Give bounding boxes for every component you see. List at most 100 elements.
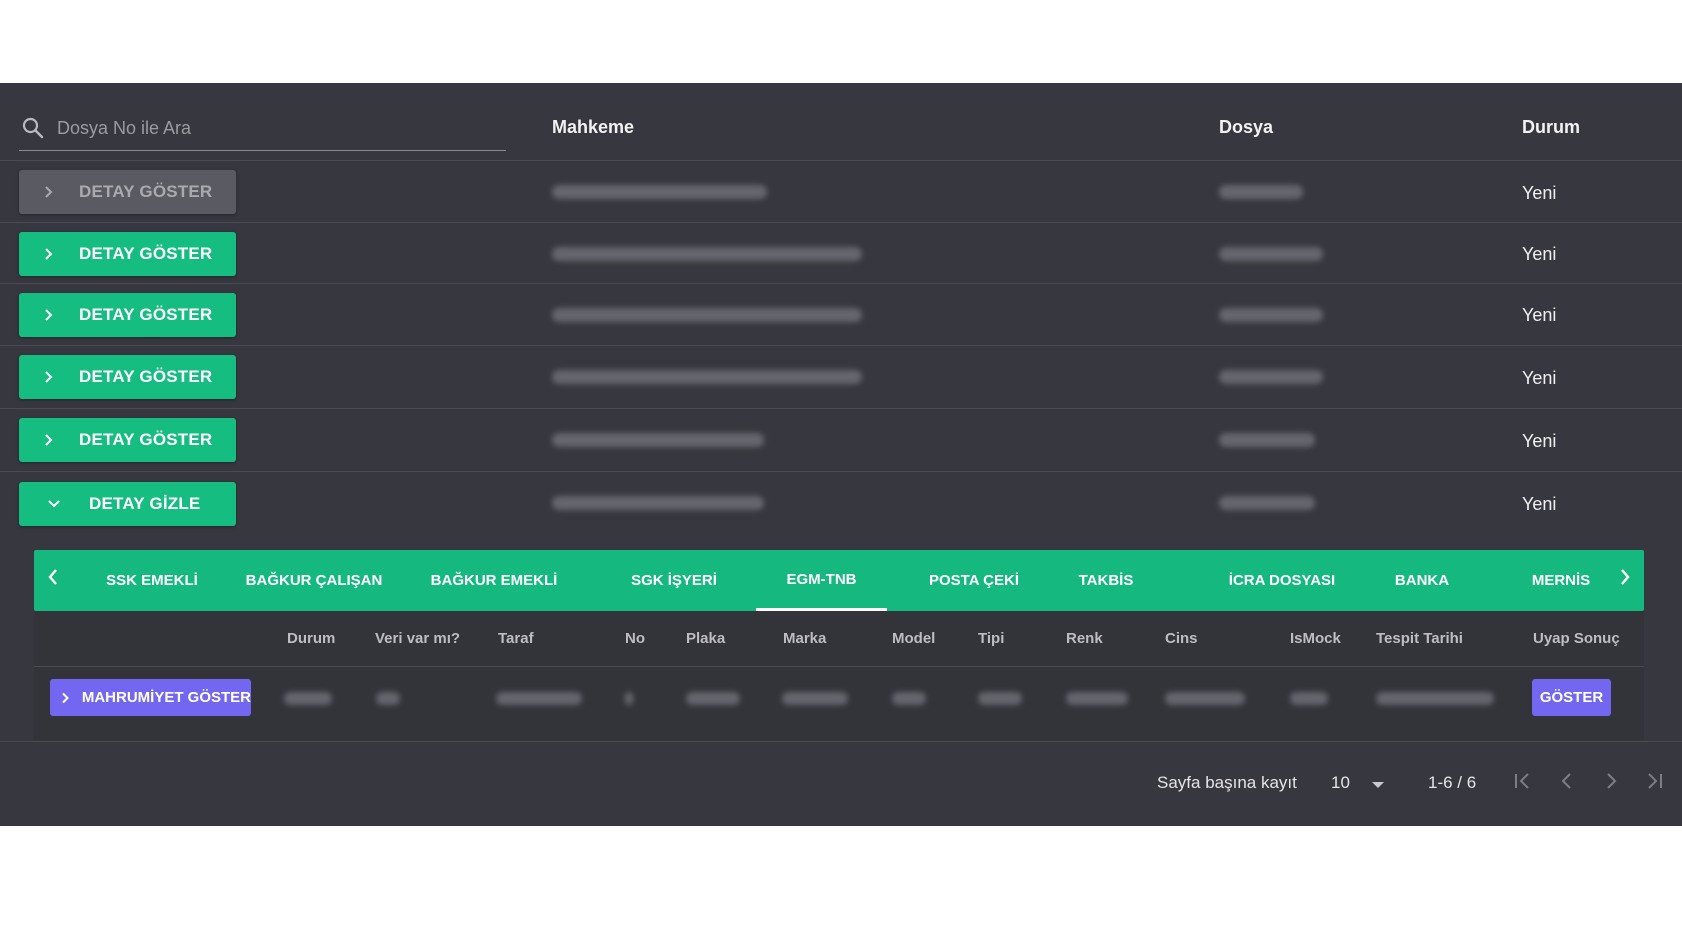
detail-hide-button[interactable]: DETAY GİZLE <box>19 482 236 526</box>
rows-per-page-value[interactable]: 10 <box>1331 773 1350 793</box>
detail-show-button[interactable]: DETAY GÖSTER <box>19 232 236 276</box>
chevron-right-icon <box>19 433 79 447</box>
mahkeme-cell-redacted <box>552 185 767 199</box>
detail-show-button[interactable]: DETAY GÖSTER <box>19 293 236 337</box>
tab-scroll-left-icon[interactable] <box>46 566 60 593</box>
column-header-mahkeme[interactable]: Mahkeme <box>552 117 634 138</box>
tab-ssk-emekli[interactable]: SSK EMEKLİ <box>94 550 210 611</box>
table-row-expanded: DETAY GİZLE Yeni <box>0 472 1682 536</box>
tab-bagkur-emekli[interactable]: BAĞKUR EMEKLİ <box>418 550 570 611</box>
detail-tab-bar: SSK EMEKLİ BAĞKUR ÇALIŞAN BAĞKUR EMEKLİ … <box>34 550 1644 611</box>
mahkeme-cell-redacted <box>552 308 862 322</box>
chevron-right-icon <box>19 308 79 322</box>
table-row: DETAY GÖSTER Yeni <box>0 284 1682 346</box>
subcol-durum[interactable]: Durum <box>287 630 335 647</box>
subcol-renk[interactable]: Renk <box>1066 630 1103 647</box>
search-icon <box>22 117 44 139</box>
tab-posta-ceki[interactable]: POSTA ÇEKİ <box>914 550 1034 611</box>
table-row: DETAY GÖSTER Yeni <box>0 223 1682 284</box>
subcol-tipi[interactable]: Tipi <box>978 630 1004 647</box>
detail-subtable: Durum Veri var mı? Taraf No Plaka Marka … <box>34 611 1644 741</box>
table-row: DETAY GÖSTER Yeni <box>0 409 1682 472</box>
subcell-redacted <box>1066 692 1128 705</box>
subcell-redacted <box>1376 692 1494 705</box>
mahkeme-cell-redacted <box>552 247 862 261</box>
dosya-cell-redacted <box>1219 370 1323 384</box>
rows-per-page-label: Sayfa başına kayıt <box>1157 773 1297 792</box>
tab-banka[interactable]: BANKA <box>1382 550 1462 611</box>
subcell-redacted <box>892 692 926 705</box>
status-cell: Yeni <box>1522 431 1557 451</box>
detail-hide-label: DETAY GİZLE <box>89 494 201 513</box>
dosya-cell-redacted <box>1219 247 1323 261</box>
detail-show-button[interactable]: DETAY GÖSTER <box>19 355 236 399</box>
status-cell: Yeni <box>1522 244 1557 264</box>
status-cell: Yeni <box>1522 183 1557 203</box>
mahrumiyet-show-label: MAHRUMİYET GÖSTER <box>81 689 251 706</box>
chevron-right-icon <box>19 185 79 199</box>
tab-icra-dosyasi[interactable]: İCRA DOSYASI <box>1204 550 1360 611</box>
page-range: 1-6 / 6 <box>1428 773 1477 792</box>
dosya-cell-redacted <box>1219 433 1315 447</box>
tab-mernis[interactable]: MERNİS <box>1518 550 1604 611</box>
mahkeme-cell-redacted <box>552 370 862 384</box>
subcell-redacted <box>782 692 848 705</box>
subcell-redacted <box>284 692 332 705</box>
subcol-veri-var-mi[interactable]: Veri var mı? <box>375 630 460 647</box>
table-row: DETAY GÖSTER Yeni <box>0 161 1682 223</box>
subcell-redacted <box>978 692 1022 705</box>
subcol-plaka[interactable]: Plaka <box>686 630 725 647</box>
subcol-no[interactable]: No <box>625 630 645 647</box>
dropdown-arrow-icon[interactable] <box>1370 777 1386 795</box>
tab-scroll-right-icon[interactable] <box>1618 566 1632 593</box>
detail-show-label: DETAY GÖSTER <box>79 367 213 386</box>
mahkeme-cell-redacted <box>552 433 764 447</box>
subcol-ismock[interactable]: IsMock <box>1290 630 1341 647</box>
dosya-cell-redacted <box>1219 185 1303 199</box>
mahrumiyet-show-button[interactable]: MAHRUMİYET GÖSTER <box>50 679 251 716</box>
subcell-redacted <box>1290 692 1328 705</box>
column-header-dosya[interactable]: Dosya <box>1219 117 1273 138</box>
subtable-header: Durum Veri var mı? Taraf No Plaka Marka … <box>34 611 1644 667</box>
chevron-right-icon <box>19 247 79 261</box>
detail-show-label: DETAY GÖSTER <box>79 305 213 324</box>
subcol-cins[interactable]: Cins <box>1165 630 1198 647</box>
chevron-right-icon <box>19 370 79 384</box>
status-cell: Yeni <box>1522 305 1557 325</box>
status-cell: Yeni <box>1522 494 1557 514</box>
tab-bagkur-calisan[interactable]: BAĞKUR ÇALIŞAN <box>224 550 404 611</box>
first-page-icon[interactable] <box>1512 770 1534 797</box>
search-input[interactable] <box>57 113 497 143</box>
uyap-result-show-button[interactable]: GÖSTER <box>1532 679 1611 716</box>
detail-show-label: DETAY GÖSTER <box>79 430 213 449</box>
search-field[interactable] <box>19 113 506 151</box>
next-page-icon[interactable] <box>1600 770 1622 797</box>
dosya-cell-redacted <box>1219 496 1315 510</box>
chevron-right-icon <box>50 692 82 704</box>
dosya-cell-redacted <box>1219 308 1323 322</box>
column-header-durum[interactable]: Durum <box>1522 117 1580 138</box>
chevron-down-icon <box>19 497 89 511</box>
subcol-uyap-sonuc[interactable]: Uyap Sonuç <box>1533 630 1620 647</box>
subcol-tespit-tarihi[interactable]: Tespit Tarihi <box>1376 630 1463 647</box>
tab-sgk-isyeri[interactable]: SGK İŞYERİ <box>626 550 722 611</box>
data-table-panel: Mahkeme Dosya Durum DETAY GÖSTER Yeni DE… <box>0 83 1682 826</box>
last-page-icon[interactable] <box>1643 770 1665 797</box>
status-cell: Yeni <box>1522 368 1557 388</box>
subcol-model[interactable]: Model <box>892 630 935 647</box>
subcol-taraf[interactable]: Taraf <box>498 630 534 647</box>
tab-egm-tnb[interactable]: EGM-TNB <box>756 550 887 611</box>
detail-show-button[interactable]: DETAY GÖSTER <box>19 170 236 214</box>
previous-page-icon[interactable] <box>1556 770 1578 797</box>
detail-show-button[interactable]: DETAY GÖSTER <box>19 418 236 462</box>
subcol-marka[interactable]: Marka <box>783 630 826 647</box>
subcell-redacted <box>1165 692 1245 705</box>
table-row: DETAY GÖSTER Yeni <box>0 346 1682 409</box>
divider <box>0 741 1682 742</box>
detail-show-label: DETAY GÖSTER <box>79 182 213 201</box>
tab-takbis[interactable]: TAKBİS <box>1064 550 1148 611</box>
subcell-redacted <box>376 692 400 705</box>
subcell-redacted <box>496 692 582 705</box>
table-header: Mahkeme Dosya Durum <box>0 83 1682 161</box>
subcell-redacted <box>625 692 633 705</box>
